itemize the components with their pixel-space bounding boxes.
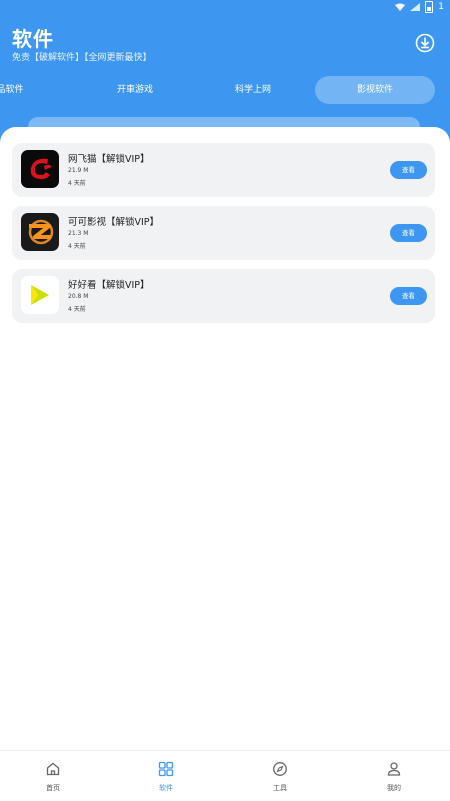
view-button[interactable]: 查看 — [390, 161, 427, 179]
app-size: 20.8 M — [68, 293, 89, 300]
tab-vpn[interactable]: 科学上网 — [223, 76, 283, 104]
app-list: 网飞猫【解锁VIP】 21.9 M 4 天前 查看 可可影视【解锁VIP】 21… — [0, 127, 450, 750]
nav-software[interactable]: 软件 — [136, 761, 196, 795]
tab-software[interactable]: 品软件 — [0, 76, 40, 104]
nav-label: 软件 — [159, 784, 173, 792]
wifi-icon — [395, 3, 406, 11]
keke-video-icon — [21, 213, 59, 251]
home-icon — [46, 762, 60, 776]
list-item[interactable]: 网飞猫【解锁VIP】 21.9 M 4 天前 查看 — [12, 143, 435, 197]
haohaokan-icon — [21, 276, 59, 314]
page-subtitle: 免责【破解软件】【全网更新最快】 — [12, 53, 152, 63]
grid-icon — [158, 761, 174, 777]
list-item[interactable]: 好好看【解锁VIP】 20.8 M 4 天前 查看 — [12, 269, 435, 323]
category-tabs: 品软件 开車游戏 科学上网 影视软件 — [0, 76, 450, 104]
battery-level: 1 — [438, 2, 444, 12]
compass-icon — [273, 762, 287, 776]
tab-video[interactable]: 影视软件 — [315, 76, 435, 104]
nav-tools[interactable]: 工具 — [250, 761, 310, 795]
bottom-nav: 首页 软件 工具 我的 — [0, 750, 450, 801]
nav-label: 首页 — [46, 784, 60, 792]
download-icon[interactable] — [414, 32, 436, 54]
app-date: 4 天前 — [68, 180, 86, 187]
nav-home[interactable]: 首页 — [23, 761, 83, 795]
view-button[interactable]: 查看 — [390, 287, 427, 305]
status-bar: 1 — [395, 0, 444, 14]
nav-mine[interactable]: 我的 — [364, 761, 424, 795]
page-title: 软件 — [12, 27, 54, 51]
app-size: 21.9 M — [68, 167, 89, 174]
user-icon — [387, 762, 401, 776]
app-name: 网飞猫【解锁VIP】 — [68, 154, 150, 165]
nav-label: 工具 — [273, 784, 287, 792]
tab-games[interactable]: 开車游戏 — [105, 76, 165, 104]
battery-icon — [425, 1, 434, 13]
app-name: 可可影视【解锁VIP】 — [68, 217, 160, 228]
app-size: 21.3 M — [68, 230, 89, 237]
nav-label: 我的 — [387, 784, 401, 792]
app-date: 4 天前 — [68, 306, 86, 313]
view-button[interactable]: 查看 — [390, 224, 427, 242]
netflix-cat-icon — [21, 150, 59, 188]
list-item[interactable]: 可可影视【解锁VIP】 21.3 M 4 天前 查看 — [12, 206, 435, 260]
app-date: 4 天前 — [68, 243, 86, 250]
app-name: 好好看【解锁VIP】 — [68, 280, 150, 291]
signal-icon — [410, 3, 421, 11]
